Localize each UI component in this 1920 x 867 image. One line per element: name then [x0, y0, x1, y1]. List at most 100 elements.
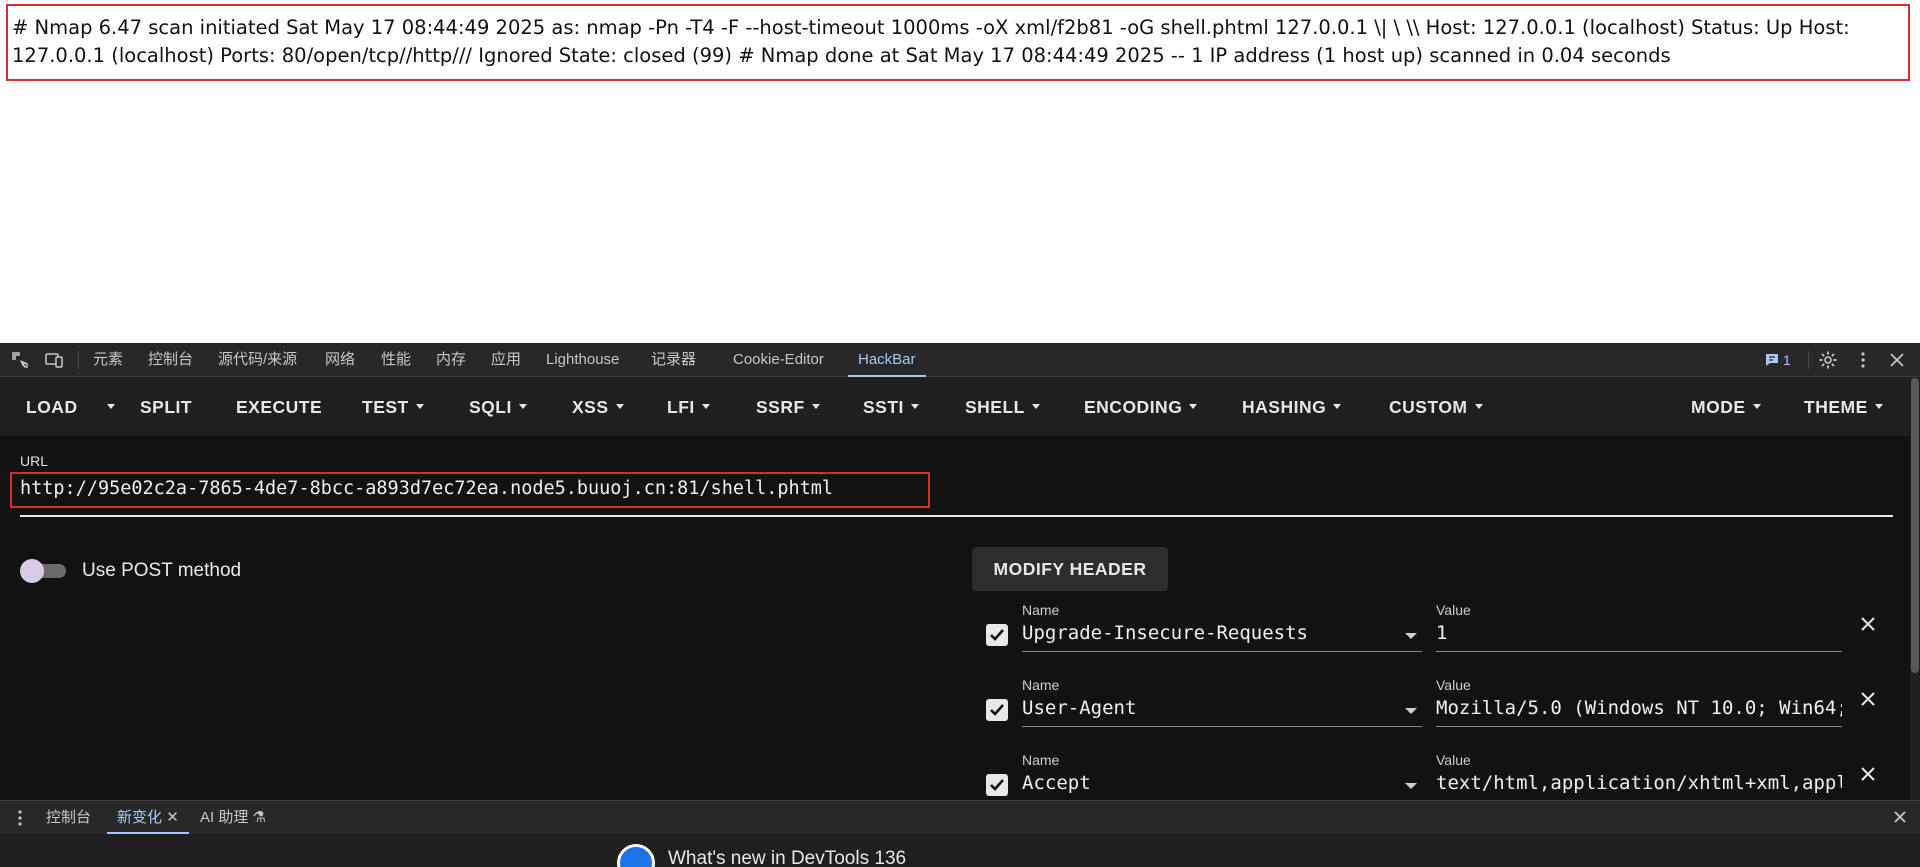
- ssti-label: SSTI: [863, 397, 904, 417]
- chevron-down-icon[interactable]: [1405, 783, 1417, 789]
- tab-network[interactable]: 网络: [325, 343, 355, 377]
- encoding-label: ENCODING: [1084, 397, 1183, 417]
- close-drawer-icon[interactable]: [1893, 810, 1907, 824]
- devtools-logo-icon: [617, 844, 655, 867]
- tab-application[interactable]: 应用: [491, 343, 521, 377]
- chevron-down-icon[interactable]: [1405, 708, 1417, 714]
- header-value-label: Value: [1436, 752, 1471, 768]
- divider: [78, 351, 79, 369]
- remove-header-icon[interactable]: [1860, 691, 1876, 707]
- remove-header-icon[interactable]: [1860, 766, 1876, 782]
- chevron-down-icon: [415, 403, 424, 409]
- chevron-down-icon: [1752, 403, 1761, 409]
- header-name-underline: [1022, 651, 1422, 652]
- remove-header-icon[interactable]: [1860, 616, 1876, 632]
- execute-button[interactable]: EXECUTE: [236, 378, 322, 436]
- drawer-menu-icon[interactable]: [14, 809, 26, 827]
- chevron-down-icon: [910, 403, 919, 409]
- header-value-input[interactable]: text/html,application/xhtml+xml,applicat…: [1436, 772, 1842, 794]
- ssrf-label: SSRF: [756, 397, 805, 417]
- tab-cookie-editor[interactable]: Cookie-Editor: [733, 343, 824, 377]
- post-method-toggle[interactable]: [20, 559, 68, 583]
- tab-performance[interactable]: 性能: [381, 343, 411, 377]
- chevron-down-icon: [701, 403, 710, 409]
- whats-new-heading: What's new in DevTools 136: [668, 848, 907, 867]
- drawer-tab-ai-assistant[interactable]: AI 助理 ⚗: [200, 801, 266, 834]
- gear-icon[interactable]: [1818, 350, 1838, 370]
- chevron-down-icon[interactable]: [1405, 633, 1417, 639]
- header-value-input[interactable]: 1: [1436, 622, 1842, 644]
- close-tab-icon[interactable]: ✕: [166, 809, 179, 826]
- header-value-label: Value: [1436, 602, 1471, 618]
- toggle-thumb: [20, 559, 44, 583]
- url-input-underline: [20, 515, 1893, 517]
- ssti-menu-button[interactable]: SSTI: [863, 378, 919, 436]
- tab-console[interactable]: 控制台: [148, 343, 193, 377]
- mode-label: MODE: [1691, 397, 1746, 417]
- theme-menu-button[interactable]: THEME: [1804, 378, 1883, 436]
- nmap-output-text: # Nmap 6.47 scan initiated Sat May 17 08…: [6, 4, 1910, 81]
- test-label: TEST: [362, 397, 409, 417]
- issues-count[interactable]: 1: [1783, 343, 1791, 377]
- tab-recorder[interactable]: 记录器: [651, 343, 696, 377]
- scrollbar-thumb[interactable]: [1911, 378, 1919, 673]
- url-input[interactable]: http://95e02c2a-7865-4de7-8bcc-a893d7ec7…: [20, 478, 833, 499]
- chevron-down-icon: [107, 403, 115, 409]
- shell-menu-button[interactable]: SHELL: [965, 378, 1040, 436]
- custom-menu-button[interactable]: CUSTOM: [1389, 378, 1483, 436]
- test-menu-button[interactable]: TEST: [362, 378, 424, 436]
- header-name-underline: [1022, 726, 1422, 727]
- issues-icon[interactable]: [1764, 352, 1780, 368]
- header-name-input[interactable]: Upgrade-Insecure-Requests: [1022, 622, 1362, 644]
- lfi-menu-button[interactable]: LFI: [667, 378, 710, 436]
- drawer-tab-label: AI 助理: [200, 809, 249, 826]
- header-value-input[interactable]: Mozilla/5.0 (Windows NT 10.0; Win64; x64…: [1436, 697, 1842, 719]
- load-dropdown-button[interactable]: [100, 378, 115, 436]
- shell-label: SHELL: [965, 397, 1025, 417]
- drawer-tab-bar: 控制台 新变化 ✕ AI 助理 ⚗: [0, 800, 1920, 834]
- check-icon: [990, 704, 1004, 716]
- close-icon[interactable]: [1888, 351, 1906, 369]
- device-toolbar-icon[interactable]: [45, 351, 63, 369]
- tab-memory[interactable]: 内存: [436, 343, 466, 377]
- drawer-tab-console[interactable]: 控制台: [46, 801, 91, 834]
- custom-label: CUSTOM: [1389, 397, 1468, 417]
- chevron-down-icon: [518, 403, 527, 409]
- devtools-tab-bar: 元素 控制台 源代码/来源 网络 性能 内存 应用 Lighthouse 记录器…: [0, 343, 1920, 377]
- hackbar-toolbar: LOAD SPLIT EXECUTE TEST SQLI XSS LFI SSR…: [0, 378, 1910, 436]
- mode-menu-button[interactable]: MODE: [1691, 378, 1761, 436]
- inspect-element-icon[interactable]: [11, 351, 29, 369]
- tab-sources[interactable]: 源代码/来源: [218, 343, 297, 377]
- hashing-menu-button[interactable]: HASHING: [1242, 378, 1342, 436]
- tab-elements[interactable]: 元素: [93, 343, 123, 377]
- load-button[interactable]: LOAD: [26, 378, 78, 436]
- header-value-underline: [1436, 651, 1842, 652]
- xss-menu-button[interactable]: XSS: [572, 378, 624, 436]
- drawer-tab-whats-new[interactable]: 新变化 ✕: [107, 801, 189, 834]
- flask-icon: ⚗: [252, 809, 266, 826]
- sqli-menu-button[interactable]: SQLI: [469, 378, 527, 436]
- tab-lighthouse[interactable]: Lighthouse: [546, 343, 619, 377]
- split-button[interactable]: SPLIT: [140, 378, 192, 436]
- drawer-content: What's new in DevTools 136: [0, 834, 1920, 867]
- hackbar-body: URL http://95e02c2a-7865-4de7-8bcc-a893d…: [0, 436, 1910, 800]
- chevron-down-icon: [1474, 403, 1483, 409]
- hackbar-scrollbar[interactable]: [1910, 378, 1920, 800]
- encoding-menu-button[interactable]: ENCODING: [1084, 378, 1198, 436]
- header-enabled-checkbox[interactable]: [986, 624, 1008, 646]
- header-name-input[interactable]: Accept: [1022, 772, 1362, 794]
- header-enabled-checkbox[interactable]: [986, 774, 1008, 796]
- sqli-label: SQLI: [469, 397, 512, 417]
- tab-hackbar[interactable]: HackBar: [848, 343, 926, 377]
- post-method-label: Use POST method: [82, 560, 242, 581]
- check-icon: [990, 629, 1004, 641]
- header-name-label: Name: [1022, 602, 1060, 618]
- url-label: URL: [20, 453, 49, 469]
- more-options-icon[interactable]: [1854, 351, 1872, 369]
- header-row: Name Upgrade-Insecure-Requests Value 1: [972, 602, 1892, 664]
- header-enabled-checkbox[interactable]: [986, 699, 1008, 721]
- ssrf-menu-button[interactable]: SSRF: [756, 378, 820, 436]
- devtools-panel: 元素 控制台 源代码/来源 网络 性能 内存 应用 Lighthouse 记录器…: [0, 343, 1920, 867]
- modify-header-button[interactable]: MODIFY HEADER: [972, 547, 1168, 591]
- header-name-input[interactable]: User-Agent: [1022, 697, 1362, 719]
